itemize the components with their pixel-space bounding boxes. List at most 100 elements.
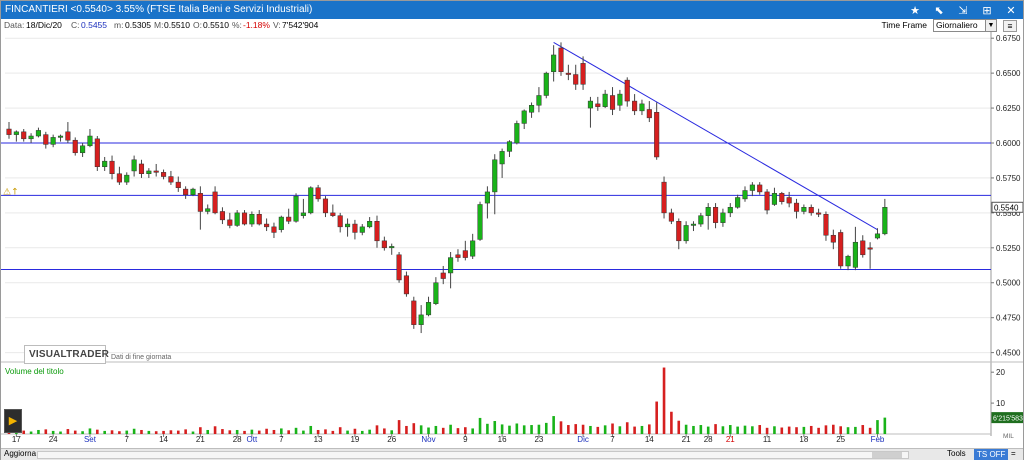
candle-body: [352, 223, 358, 233]
volume-bar: [162, 430, 165, 434]
x-tick-label: Feb: [871, 435, 885, 444]
volume-bar: [603, 425, 607, 434]
candle-body: [764, 191, 770, 211]
volume-bar: [559, 421, 563, 434]
volume-bar: [44, 429, 48, 434]
candle-body: [573, 74, 579, 85]
candle-body: [109, 160, 115, 174]
x-tick-label: 21: [196, 435, 205, 444]
volume-bar: [552, 416, 555, 434]
candle-body: [793, 202, 800, 212]
info-bar: Data: 18/Dic/20 C: 0.5455 m: 0.5305 M: 0…: [1, 19, 1023, 33]
volume-bar: [383, 428, 386, 434]
open-value: 0.5510: [203, 20, 229, 30]
volume-bar: [611, 423, 614, 434]
x-tick-label: 16: [498, 435, 507, 444]
price-tick-label: 0.5000: [996, 279, 1021, 288]
chevron-down-icon: ▼: [985, 20, 996, 31]
open-label: O:: [193, 20, 202, 30]
close-icon[interactable]: ✕: [1003, 2, 1019, 18]
candle-body: [271, 226, 277, 233]
candle-body: [425, 302, 432, 316]
volume-bar: [272, 429, 276, 434]
volume-bar: [397, 420, 401, 434]
chart-background: [1, 32, 1023, 448]
volume-bar: [118, 431, 121, 434]
volume-bar: [51, 430, 55, 434]
volume-bar: [868, 427, 872, 434]
scrollbar-thumb[interactable]: [872, 452, 902, 458]
candle-body: [219, 211, 225, 221]
pin-icon[interactable]: ⬉: [931, 2, 947, 18]
candle-body: [713, 207, 719, 223]
pct-value: -1.18%: [243, 20, 270, 30]
volume-bar: [530, 425, 533, 434]
ts-off-button[interactable]: TS OFF: [974, 449, 1009, 460]
min-value: 0.5305: [125, 20, 151, 30]
volume-bar: [73, 430, 77, 434]
candle-body: [190, 188, 196, 195]
candle-body: [138, 163, 145, 174]
timeframe-select[interactable]: Giornaliero ▼: [933, 19, 997, 32]
candle-body: [602, 93, 608, 107]
volume-bar: [464, 427, 467, 434]
candle-body: [845, 255, 851, 267]
candle-body: [720, 212, 726, 223]
candle-body: [683, 225, 689, 242]
candle-body: [749, 184, 755, 191]
candle-body: [860, 240, 866, 256]
price-chart[interactable]: 0.67500.65000.62500.60000.57500.55000.52…: [1, 32, 1023, 448]
volume-bar: [280, 428, 283, 434]
equals-button[interactable]: =: [1011, 449, 1016, 458]
candle-body: [543, 72, 549, 96]
volume-bar: [375, 425, 379, 434]
volume-bar: [743, 425, 747, 434]
collapse-icon[interactable]: ⇲: [955, 2, 971, 18]
grid-icon[interactable]: ⊞: [979, 2, 995, 18]
volume-bar: [324, 429, 327, 434]
candle-body: [21, 131, 27, 140]
chart-window: FINCANTIERI <0.5540> 3.55% (FTSE Italia …: [0, 0, 1024, 460]
candle-body: [779, 193, 785, 202]
volume-tick-label: 10: [996, 399, 1005, 408]
candle-body: [249, 214, 255, 225]
refresh-button[interactable]: Aggiorna: [4, 449, 36, 458]
volume-bar: [876, 420, 879, 434]
candle-body: [183, 188, 189, 195]
volume-bar: [648, 424, 651, 434]
expand-panel-icon[interactable]: ▶: [4, 409, 22, 433]
x-tick-label: 14: [645, 435, 654, 444]
tools-button[interactable]: Tools: [947, 449, 966, 458]
candle-body: [234, 212, 240, 226]
candle-body: [558, 47, 564, 72]
volume-bar: [493, 421, 497, 434]
star-icon[interactable]: ★: [907, 2, 923, 18]
candle-body: [484, 191, 490, 204]
volume-bar: [419, 425, 423, 434]
volume-bar: [751, 426, 754, 434]
candle-body: [411, 300, 417, 325]
title-bar-icons: ★ ⬉ ⇲ ⊞ ✕: [907, 2, 1019, 18]
volume-bar: [765, 427, 769, 434]
candle-body: [816, 212, 822, 215]
volume-bar: [677, 420, 681, 434]
volume-bar: [537, 424, 541, 434]
candle-body: [308, 187, 314, 214]
candle-body: [153, 170, 159, 173]
candle-body: [35, 130, 41, 137]
horizontal-scrollbar[interactable]: [37, 451, 909, 459]
candle-body: [131, 159, 137, 172]
volume-value: 7'542'904: [282, 20, 319, 30]
volume-bar: [714, 424, 717, 434]
candle-body: [168, 176, 174, 183]
volume-bar: [302, 430, 305, 434]
logo-subtitle: Dati di fine giornata: [111, 354, 172, 361]
pct-label: %:: [232, 20, 242, 30]
min-label: m:: [114, 20, 124, 30]
x-tick-label: 26: [387, 435, 396, 444]
price-tick-label: 0.6000: [996, 139, 1021, 148]
candle-body: [13, 131, 19, 135]
candle-body: [359, 226, 365, 233]
menu-icon[interactable]: ≡: [1003, 20, 1017, 32]
candle-body: [654, 112, 660, 158]
